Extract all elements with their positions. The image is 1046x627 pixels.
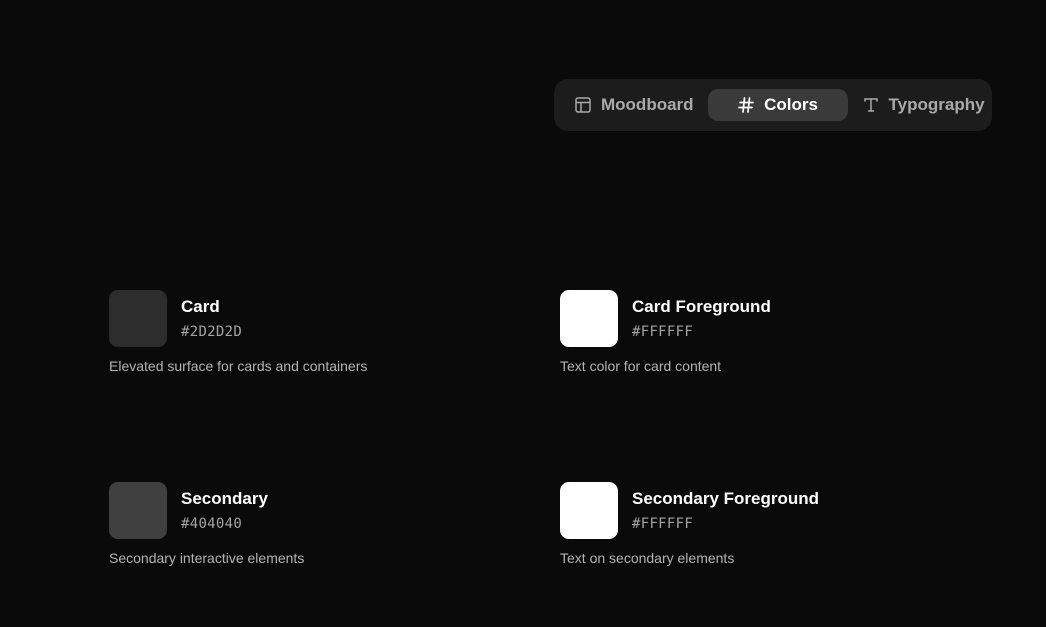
color-swatch[interactable] [109, 482, 167, 539]
color-swatch[interactable] [560, 290, 618, 347]
color-description: Text color for card content [560, 358, 722, 374]
tab-moodboard-label: Moodboard [601, 95, 694, 114]
color-swatch[interactable] [560, 482, 618, 539]
color-hex: #FFFFFF [632, 516, 694, 532]
hash-icon [737, 96, 755, 114]
tab-typography[interactable]: Typography [852, 89, 995, 121]
type-icon [862, 96, 880, 114]
tab-colors[interactable]: Colors [707, 89, 848, 121]
tab-typography-label: Typography [888, 95, 985, 114]
color-name: Secondary Foreground [632, 489, 820, 508]
page: Moodboard Colors Typography Card #2D2D2D… [0, 0, 1046, 627]
color-description: Text on secondary elements [560, 550, 735, 566]
color-hex: #FFFFFF [632, 324, 694, 340]
view-tab-bar: Moodboard Colors Typography [554, 79, 992, 131]
tab-moodboard[interactable]: Moodboard [564, 89, 704, 121]
color-description: Elevated surface for cards and container… [109, 358, 368, 374]
color-swatch[interactable] [109, 290, 167, 347]
color-description: Secondary interactive elements [109, 550, 305, 566]
layout-icon [574, 96, 592, 114]
color-hex: #404040 [181, 516, 243, 532]
color-hex: #2D2D2D [181, 324, 243, 340]
tab-colors-label: Colors [764, 95, 818, 114]
color-name: Card Foreground [632, 297, 771, 316]
color-name: Secondary [181, 489, 268, 508]
color-name: Card [181, 297, 220, 316]
